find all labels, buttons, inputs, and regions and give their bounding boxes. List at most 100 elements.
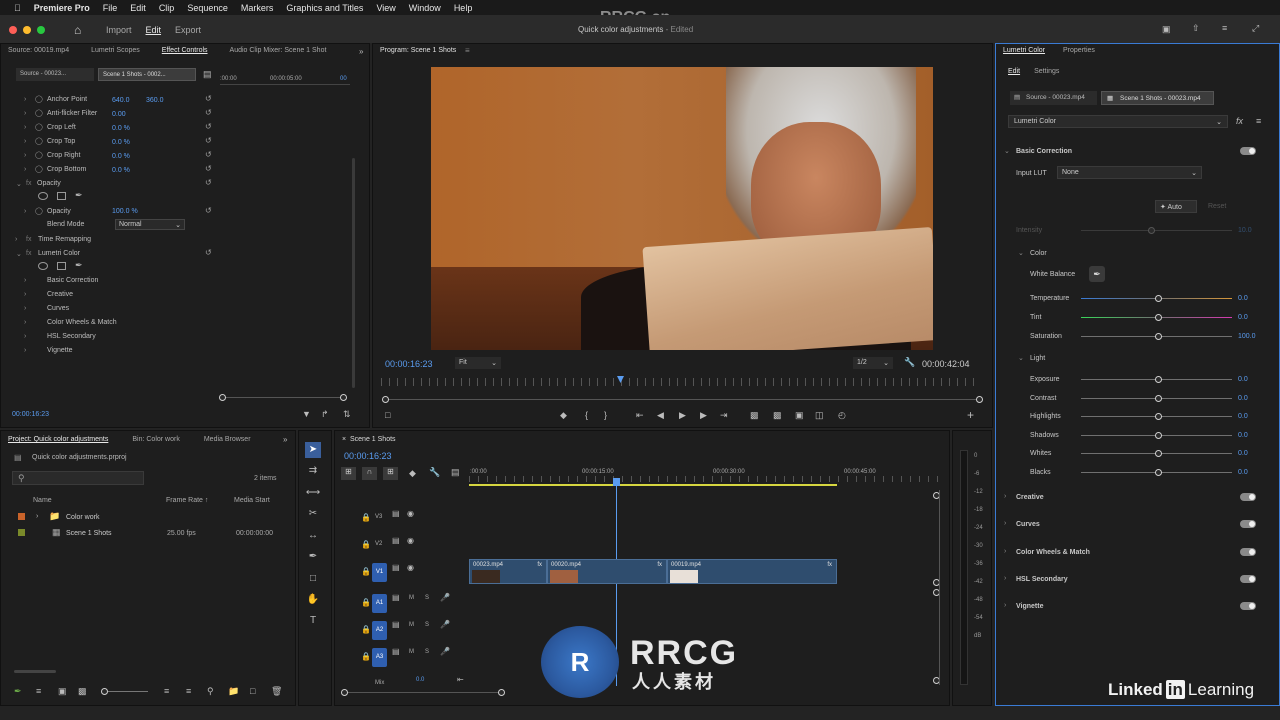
program-ruler[interactable]	[381, 378, 979, 386]
lift-icon[interactable]: ▩	[750, 410, 759, 421]
go-to-in-icon[interactable]: ⇤	[636, 410, 644, 421]
ellipse-mask-icon-2[interactable]	[38, 262, 48, 270]
eye-icon[interactable]: ◉	[407, 509, 414, 518]
step-forward-icon[interactable]: ▶	[700, 410, 707, 421]
section-header[interactable]: Vignette	[1016, 603, 1044, 610]
color-chevron[interactable]: ⌄	[1018, 249, 1024, 257]
solo-button[interactable]: S	[425, 649, 429, 655]
sync-lock-icon[interactable]: ▤	[392, 536, 400, 545]
col-name[interactable]: Name	[33, 497, 52, 504]
list-view-icon[interactable]: ≡	[36, 686, 41, 696]
lumetri-item-chevron[interactable]: ›	[24, 291, 26, 298]
lumetri-item-label[interactable]: HSL Secondary	[47, 333, 96, 340]
clip-00023[interactable]: 00023.mp4 fx	[469, 559, 547, 584]
track-label[interactable]: V2	[375, 541, 382, 547]
menu-sequence[interactable]: Sequence	[187, 3, 228, 13]
nest-icon[interactable]: ⊞	[341, 467, 356, 480]
sequence-chip[interactable]: Scene 1 Shots - 0002...	[98, 68, 196, 81]
prop-chevron[interactable]: ›	[24, 138, 26, 145]
sequence-close-icon[interactable]: ×	[342, 436, 346, 443]
light-row-knob[interactable]	[1155, 431, 1162, 439]
panel-menu-icon[interactable]: ▤	[203, 69, 212, 80]
sync-lock-icon[interactable]: ▤	[392, 563, 400, 572]
prop-reset-icon[interactable]: ↺	[205, 150, 212, 159]
tab-media-browser[interactable]: Media Browser	[204, 436, 251, 443]
pen-tool-icon[interactable]: ✒	[305, 549, 321, 565]
trash-icon[interactable]: 🗑	[271, 686, 282, 697]
lumetri-item-chevron[interactable]: ›	[24, 319, 26, 326]
menu-view[interactable]: View	[376, 3, 395, 13]
timeline-ruler[interactable]	[469, 476, 939, 482]
track-select-tool-icon[interactable]: ⇉	[305, 463, 321, 479]
mic-icon[interactable]: 🎤	[440, 593, 450, 602]
track-lock-icon[interactable]: 🔒	[361, 625, 371, 634]
section-header[interactable]: Color Wheels & Match	[1016, 549, 1090, 556]
section-toggle[interactable]	[1240, 520, 1256, 529]
time-remap-chevron[interactable]: ›	[15, 236, 17, 243]
mic-icon[interactable]: 🎤	[440, 647, 450, 656]
mix-arrows-icon[interactable]: ⇤	[457, 675, 464, 684]
program-playhead-timecode[interactable]: 00:00:16:23	[385, 359, 433, 369]
fullscreen-icon[interactable]: ⤢	[1252, 23, 1259, 34]
tab-lumetri-color[interactable]: Lumetri Color	[1003, 47, 1045, 54]
lumetri-item-chevron[interactable]: ›	[24, 305, 26, 312]
lumetri-item-label[interactable]: Color Wheels & Match	[47, 319, 117, 326]
effect-scrollbar[interactable]	[352, 158, 355, 388]
prop-value[interactable]: 0.0 %	[112, 139, 130, 146]
section-header[interactable]: HSL Secondary	[1016, 576, 1068, 583]
lumetri-item-label[interactable]: Creative	[47, 291, 73, 298]
track-lock-icon[interactable]: 🔒	[361, 598, 371, 607]
prop-value[interactable]: 0.0 %	[112, 153, 130, 160]
basic-correction-chevron[interactable]: ⌄	[1004, 147, 1010, 155]
lumetri-item-chevron[interactable]: ›	[24, 277, 26, 284]
light-row-value[interactable]: 0.0	[1238, 413, 1248, 420]
section-chevron[interactable]: ›	[1004, 548, 1006, 555]
tab-bin[interactable]: Bin: Color work	[132, 436, 179, 443]
intensity-slider[interactable]	[1081, 230, 1232, 231]
prop-value[interactable]: 0.0 %	[112, 125, 130, 132]
stopwatch-icon[interactable]: ◯	[35, 207, 43, 215]
track-lock-icon[interactable]: 🔒	[361, 540, 371, 549]
hand-tool-icon[interactable]: ✋	[305, 592, 321, 608]
light-subheader[interactable]: Light	[1030, 355, 1045, 362]
camera-icon[interactable]: ▣	[795, 410, 804, 421]
prop-value-2[interactable]: 360.0	[146, 97, 164, 104]
project-search-input[interactable]: ⚲	[12, 471, 144, 485]
timeline-zoom-bar[interactable]	[345, 692, 503, 693]
timeline-vscroll[interactable]	[939, 490, 940, 685]
light-row-knob[interactable]	[1155, 376, 1162, 383]
section-toggle[interactable]	[1240, 574, 1256, 583]
mute-button[interactable]: M	[409, 622, 414, 628]
ripple-edit-tool-icon[interactable]: ⟷	[305, 485, 321, 501]
timeline-settings-icon[interactable]: 🔧	[429, 467, 440, 478]
close-window-button[interactable]	[9, 26, 17, 34]
menu-help[interactable]: Help	[454, 3, 473, 13]
opacity-prop-reset-icon[interactable]: ↺	[205, 206, 212, 215]
filter-icon[interactable]: ▼	[302, 409, 311, 419]
effect-zoom-left[interactable]	[219, 394, 226, 401]
prop-reset-icon[interactable]: ↺	[205, 122, 212, 131]
menu-clip[interactable]: Clip	[159, 3, 175, 13]
subtab-edit[interactable]: Edit	[1008, 68, 1020, 75]
prop-chevron[interactable]: ›	[24, 152, 26, 159]
section-header[interactable]: Creative	[1016, 494, 1044, 501]
home-icon[interactable]: ⌂	[74, 23, 81, 37]
zoom-window-button[interactable]	[37, 26, 45, 34]
project-hscroll[interactable]	[14, 670, 56, 673]
timeline-tab[interactable]: Scene 1 Shots	[350, 436, 396, 443]
type-tool-icon[interactable]: T	[305, 613, 321, 629]
mix-value[interactable]: 0.0	[416, 677, 424, 683]
timeline-zoom-left[interactable]	[341, 689, 348, 696]
new-bin-icon[interactable]: 📁	[228, 686, 239, 697]
prop-chevron[interactable]: ›	[24, 124, 26, 131]
light-row-value[interactable]: 0.0	[1238, 469, 1248, 476]
lumetri-item-label[interactable]: Basic Correction	[47, 277, 98, 284]
prop-reset-icon[interactable]: ↺	[205, 108, 212, 117]
prop-chevron[interactable]: ›	[24, 166, 26, 173]
go-to-out-icon[interactable]: ⇥	[720, 410, 728, 421]
snap-icon[interactable]: ∩	[362, 467, 377, 480]
section-toggle[interactable]	[1240, 602, 1256, 611]
menu-window[interactable]: Window	[409, 3, 441, 13]
section-chevron[interactable]: ›	[1004, 602, 1006, 609]
light-chevron[interactable]: ⌄	[1018, 354, 1024, 362]
